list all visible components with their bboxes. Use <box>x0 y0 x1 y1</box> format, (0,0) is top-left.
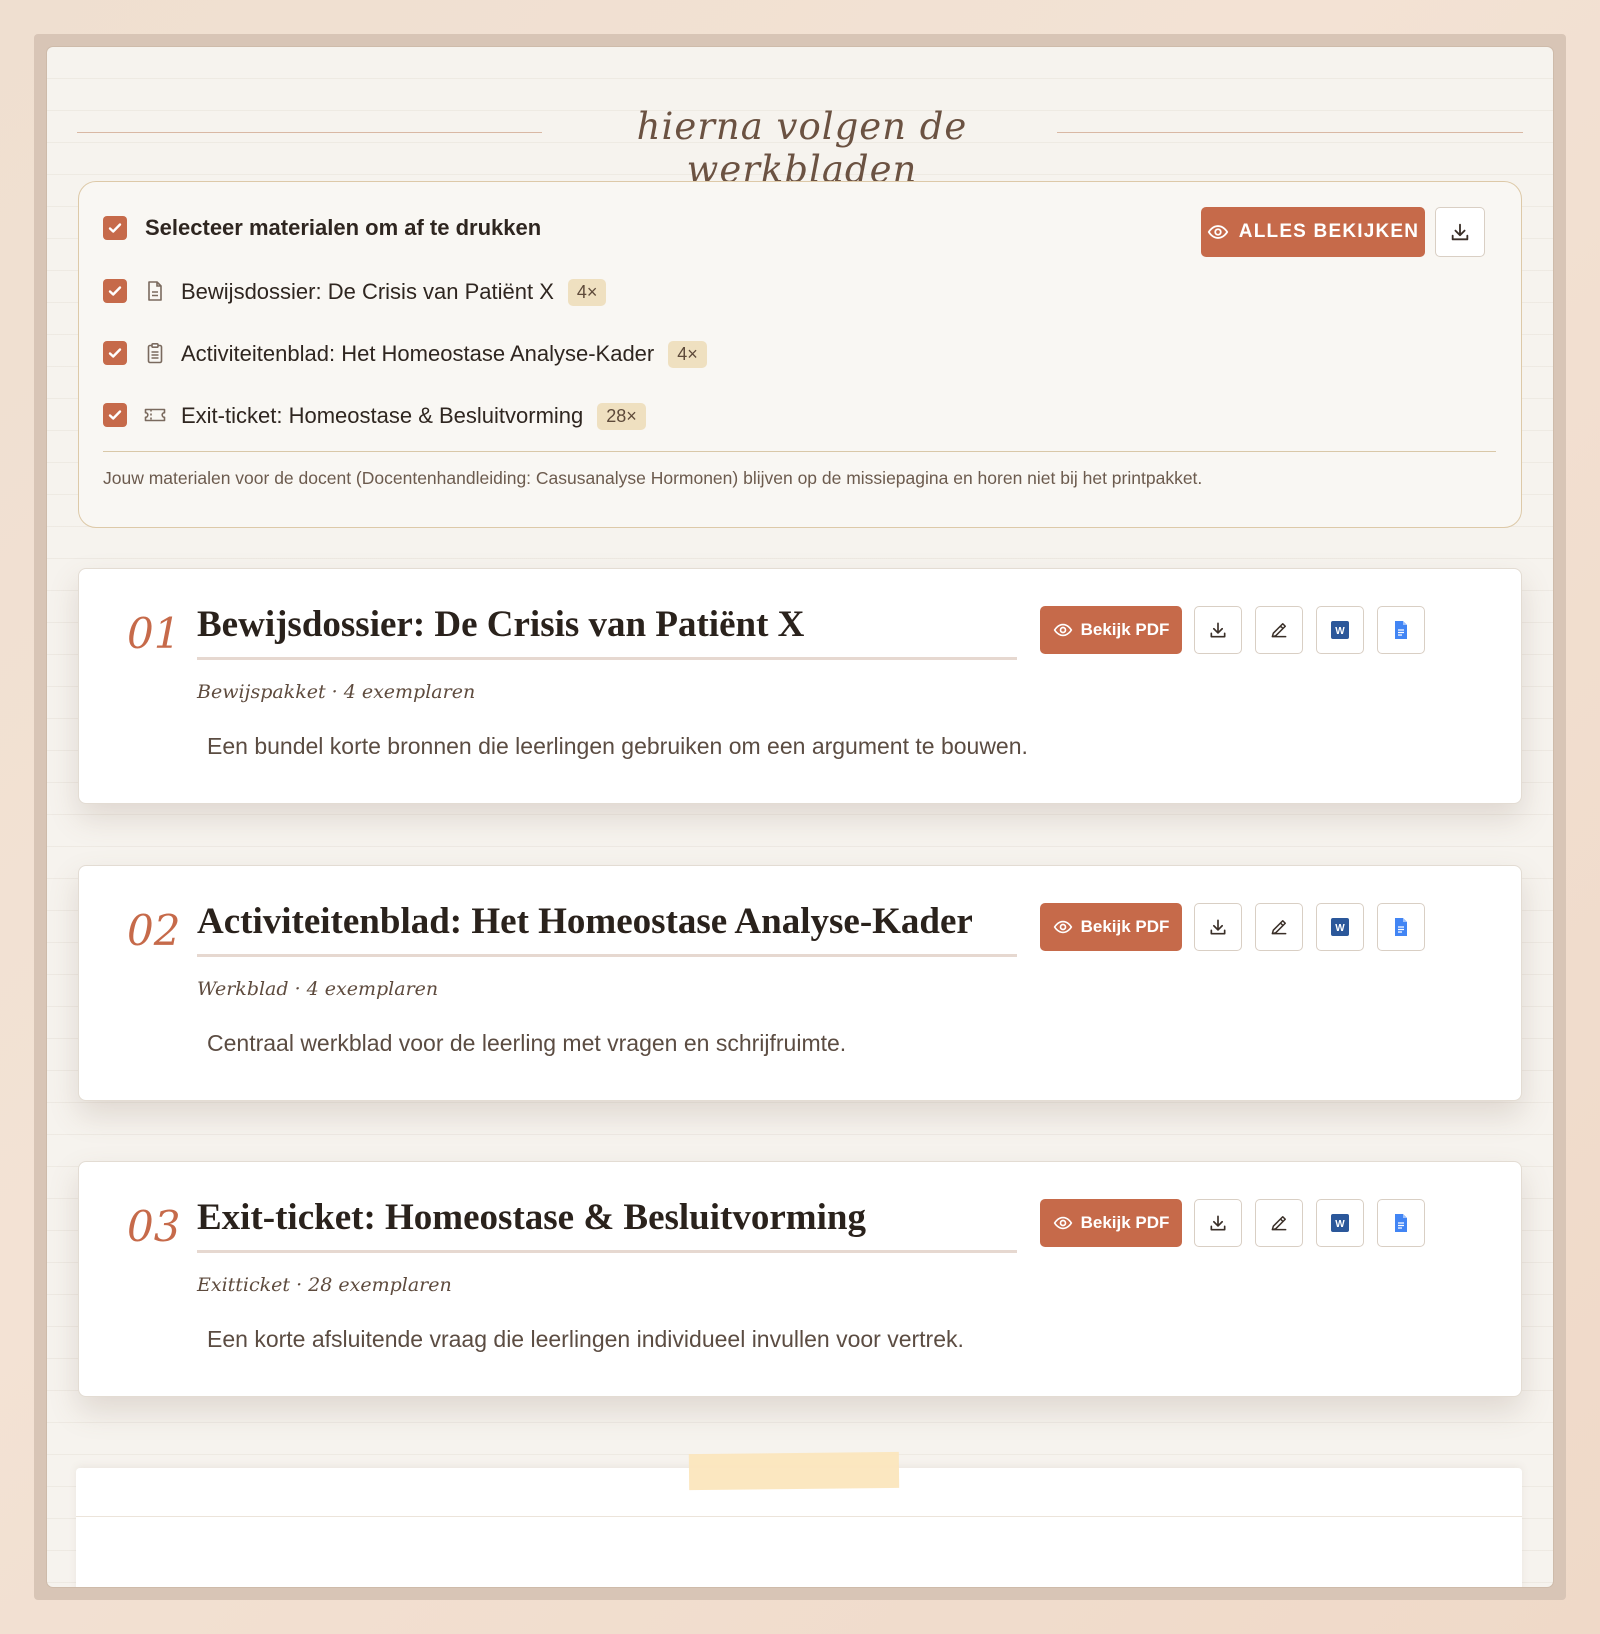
download-icon <box>1210 1215 1226 1231</box>
pencil-icon <box>1271 623 1287 638</box>
view-all-label: ALLES BEKIJKEN <box>1238 221 1420 242</box>
check-icon <box>108 286 122 296</box>
download-all-button[interactable] <box>1435 207 1485 257</box>
item-label: Exit-ticket: Homeostase & Besluitvorming… <box>181 403 646 430</box>
card-meta: Bewijspakket · 4 exemplaren <box>197 681 476 703</box>
word-export-button[interactable]: W <box>1316 1199 1364 1247</box>
word-icon: W <box>1331 1214 1349 1232</box>
check-icon <box>108 410 122 420</box>
word-icon: W <box>1331 918 1349 936</box>
view-all-button[interactable]: ALLES BEKIJKEN <box>1201 207 1425 257</box>
worksheets-panel: hierna volgen de werkbladen Selecteer ma… <box>47 47 1553 1587</box>
item-label: Activiteitenblad: Het Homeostase Analyse… <box>181 341 707 368</box>
title-underline <box>197 954 1017 957</box>
check-icon <box>108 348 122 358</box>
select-all-checkbox[interactable] <box>103 216 127 240</box>
check-icon <box>108 223 122 233</box>
google-docs-icon <box>1395 918 1407 936</box>
view-pdf-label: Bekijk PDF <box>1080 1213 1170 1232</box>
svg-text:W: W <box>1335 923 1345 934</box>
title-underline <box>197 657 1017 660</box>
card-meta: Exitticket · 28 exemplaren <box>197 1274 452 1296</box>
selection-item: Exit-ticket: Homeostase & Besluitvorming… <box>103 395 1103 435</box>
download-button[interactable] <box>1194 1199 1242 1247</box>
card-description: Een bundel korte bronnen die leerlingen … <box>207 733 1028 759</box>
svg-text:W: W <box>1335 626 1345 637</box>
eye-icon <box>1053 920 1072 934</box>
worksheet-card: 02 Activiteitenblad: Het Homeostase Anal… <box>78 865 1522 1101</box>
card-description: Een korte afsluitende vraag die leerling… <box>207 1326 964 1352</box>
card-number: 02 <box>127 906 181 955</box>
worksheet-card: 03 Exit-ticket: Homeostase & Besluitvorm… <box>78 1161 1522 1397</box>
title-underline <box>197 1250 1017 1253</box>
item-checkbox[interactable] <box>103 341 127 365</box>
eye-icon <box>1207 225 1228 239</box>
edit-button[interactable] <box>1255 903 1303 951</box>
view-pdf-label: Bekijk PDF <box>1080 620 1170 639</box>
heading-rule-left <box>77 132 542 133</box>
google-docs-button[interactable] <box>1377 903 1425 951</box>
google-docs-icon <box>1395 621 1407 639</box>
item-title: Exit-ticket: Homeostase & Besluitvorming <box>181 403 584 428</box>
edit-button[interactable] <box>1255 606 1303 654</box>
card-number: 01 <box>127 609 181 658</box>
eye-icon <box>1053 623 1072 637</box>
view-pdf-label: Bekijk PDF <box>1080 917 1170 936</box>
google-docs-icon <box>1395 1214 1407 1232</box>
download-icon <box>1451 223 1469 241</box>
svg-text:W: W <box>1335 1219 1345 1230</box>
selection-item: Bewijsdossier: De Crisis van Patiënt X 4× <box>103 271 1103 311</box>
item-checkbox[interactable] <box>103 279 127 303</box>
worksheet-card: 01 Bewijsdossier: De Crisis van Patiënt … <box>78 568 1522 804</box>
pencil-icon <box>1271 1216 1287 1231</box>
pencil-icon <box>1271 920 1287 935</box>
count-badge: 4× <box>567 279 607 306</box>
download-button[interactable] <box>1194 606 1242 654</box>
count-badge: 28× <box>597 403 646 430</box>
download-icon <box>1210 919 1226 935</box>
view-pdf-button[interactable]: Bekijk PDF <box>1040 1199 1182 1247</box>
selection-item: Activiteitenblad: Het Homeostase Analyse… <box>103 333 1103 373</box>
count-badge: 4× <box>668 341 707 368</box>
view-pdf-button[interactable]: Bekijk PDF <box>1040 606 1182 654</box>
clipboard-icon <box>147 342 163 364</box>
google-docs-button[interactable] <box>1377 1199 1425 1247</box>
card-number: 03 <box>127 1202 181 1251</box>
document-icon <box>148 281 162 301</box>
print-selection-box: Selecteer materialen om af te drukken AL… <box>78 181 1522 528</box>
card-title: Exit-ticket: Homeostase & Besluitvorming <box>197 1197 866 1238</box>
section-heading: hierna volgen de werkbladen <box>77 87 1523 191</box>
ticket-icon <box>144 408 166 422</box>
view-pdf-button[interactable]: Bekijk PDF <box>1040 903 1182 951</box>
download-button[interactable] <box>1194 903 1242 951</box>
teacher-materials-note: Jouw materialen voor de docent (Docenten… <box>103 468 1203 488</box>
eye-icon <box>1053 1216 1072 1230</box>
card-title: Bewijsdossier: De Crisis van Patiënt X <box>197 604 805 645</box>
word-export-button[interactable]: W <box>1316 903 1364 951</box>
section-title: hierna volgen de werkbladen <box>636 105 968 191</box>
word-icon: W <box>1331 621 1349 639</box>
card-meta: Werkblad · 4 exemplaren <box>197 978 439 1000</box>
heading-rule-right <box>1057 132 1523 133</box>
item-label: Bewijsdossier: De Crisis van Patiënt X 4× <box>181 279 607 306</box>
card-title: Activiteitenblad: Het Homeostase Analyse… <box>197 901 973 942</box>
item-checkbox[interactable] <box>103 403 127 427</box>
google-docs-button[interactable] <box>1377 606 1425 654</box>
select-all-label: Selecteer materialen om af te drukken <box>145 215 542 240</box>
tape-decoration <box>688 1451 900 1491</box>
divider <box>76 1516 1522 1517</box>
item-title: Bewijsdossier: De Crisis van Patiënt X <box>181 279 554 304</box>
download-icon <box>1210 622 1226 638</box>
card-description: Centraal werkblad voor de leerling met v… <box>207 1030 847 1056</box>
edit-button[interactable] <box>1255 1199 1303 1247</box>
word-export-button[interactable]: W <box>1316 606 1364 654</box>
divider <box>103 451 1496 452</box>
item-title: Activiteitenblad: Het Homeostase Analyse… <box>181 341 655 366</box>
